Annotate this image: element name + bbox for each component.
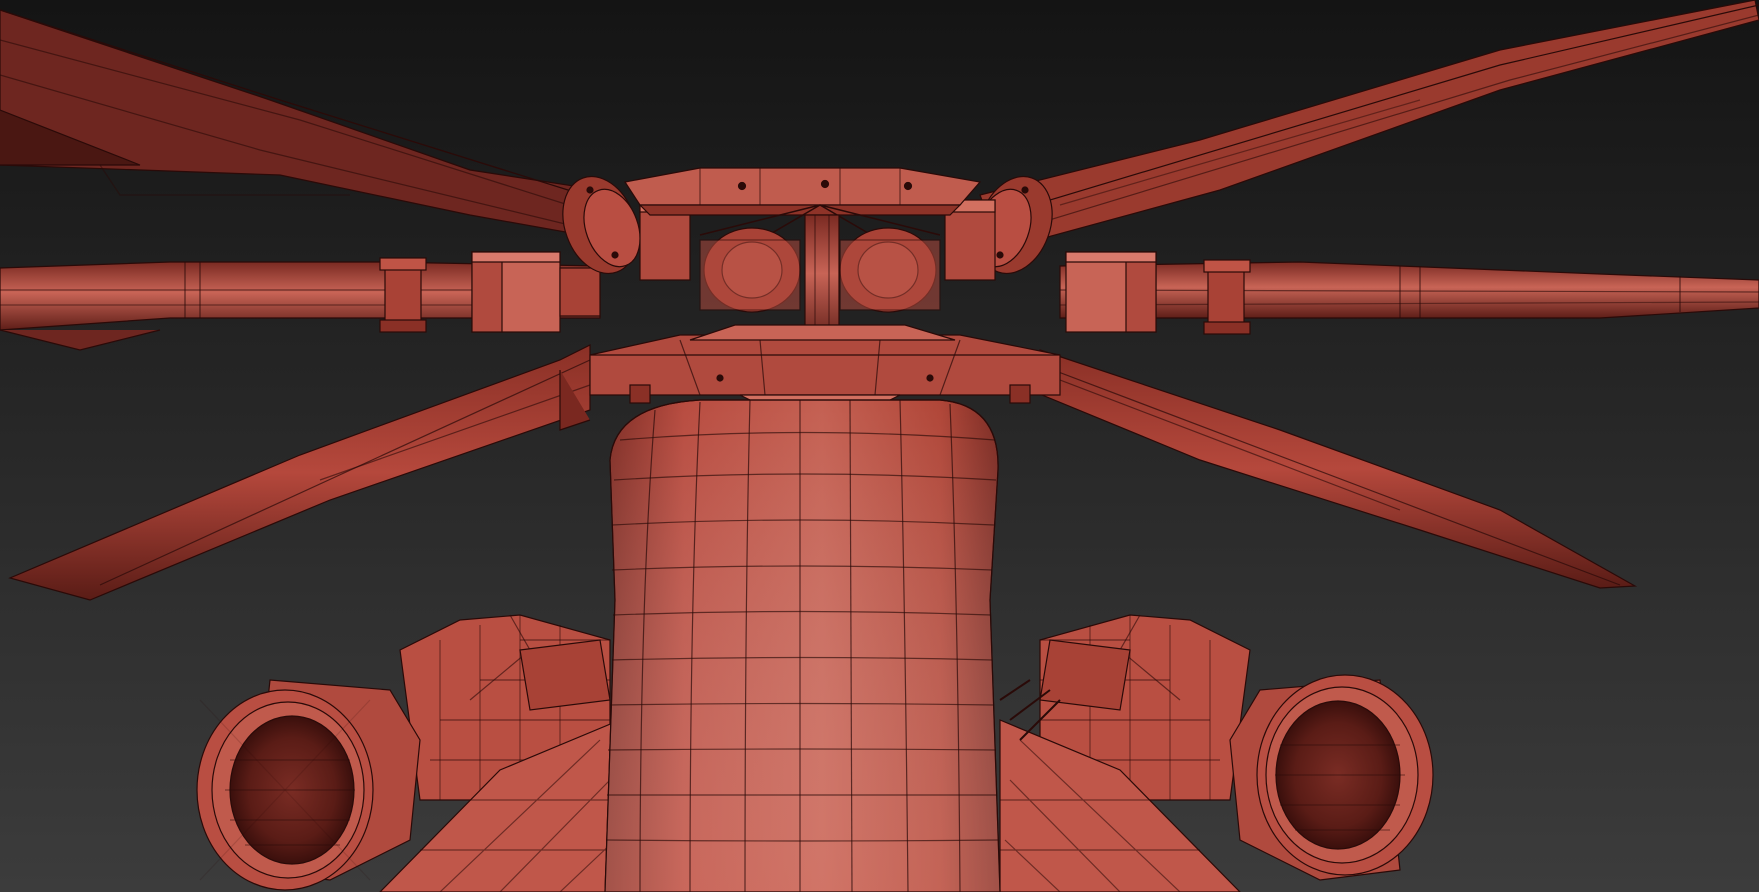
fuselage-pylon	[604, 399, 1001, 892]
blade-cuff-right-inner	[1065, 251, 1157, 333]
scene-render	[0, 0, 1759, 892]
blade-cuff-left-outer	[379, 257, 427, 333]
engine-intake-right	[1229, 674, 1434, 881]
blade-cuff-right-outer	[1203, 259, 1251, 335]
3d-viewport[interactable]	[0, 0, 1759, 892]
